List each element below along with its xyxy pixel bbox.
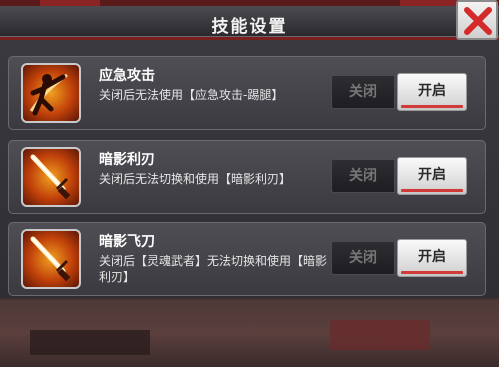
skill-description: 关闭后无法使用【应急攻击-踢腿】	[99, 88, 284, 102]
dialog-header: 技能设置	[0, 6, 499, 37]
on-button[interactable]: 开启	[397, 157, 467, 195]
skill-name: 应急攻击	[99, 68, 155, 84]
on-button[interactable]: 开启	[397, 73, 467, 111]
skill-description: 关闭后无法切换和使用【暗影利刃】	[99, 172, 292, 186]
on-button[interactable]: 开启	[397, 239, 467, 277]
background-decoration	[330, 320, 430, 350]
off-button[interactable]: 关闭	[331, 241, 395, 275]
dialog-title: 技能设置	[211, 17, 288, 37]
kick-fighter-icon	[21, 63, 81, 123]
off-button[interactable]: 关闭	[331, 159, 395, 193]
off-button[interactable]: 关闭	[331, 75, 395, 109]
background-decoration	[30, 330, 150, 355]
skill-toggle: 关闭 开启	[331, 239, 471, 277]
skill-settings-panel: 应急攻击 关闭后无法使用【应急攻击-踢腿】 关闭 开启 暗影利刃 关闭后无法切换…	[0, 40, 499, 298]
skill-name: 暗影利刃	[99, 152, 155, 168]
close-icon	[464, 7, 492, 35]
skill-name: 暗影飞刀	[99, 234, 155, 250]
close-button[interactable]	[456, 0, 498, 40]
skill-row-shadow-dagger: 暗影飞刀 关闭后【灵魂武者】无法切换和使用【暗影利刃】 关闭 开启	[8, 222, 486, 296]
skill-toggle: 关闭 开启	[331, 73, 471, 111]
blade-icon	[21, 229, 81, 289]
skill-description: 关闭后【灵魂武者】无法切换和使用【暗影利刃】	[99, 254, 328, 284]
skill-row-shadow-blade: 暗影利刃 关闭后无法切换和使用【暗影利刃】 关闭 开启	[8, 140, 486, 214]
skill-row-emergency-attack: 应急攻击 关闭后无法使用【应急攻击-踢腿】 关闭 开启	[8, 56, 486, 130]
blade-icon	[21, 147, 81, 207]
skill-toggle: 关闭 开启	[331, 157, 471, 195]
